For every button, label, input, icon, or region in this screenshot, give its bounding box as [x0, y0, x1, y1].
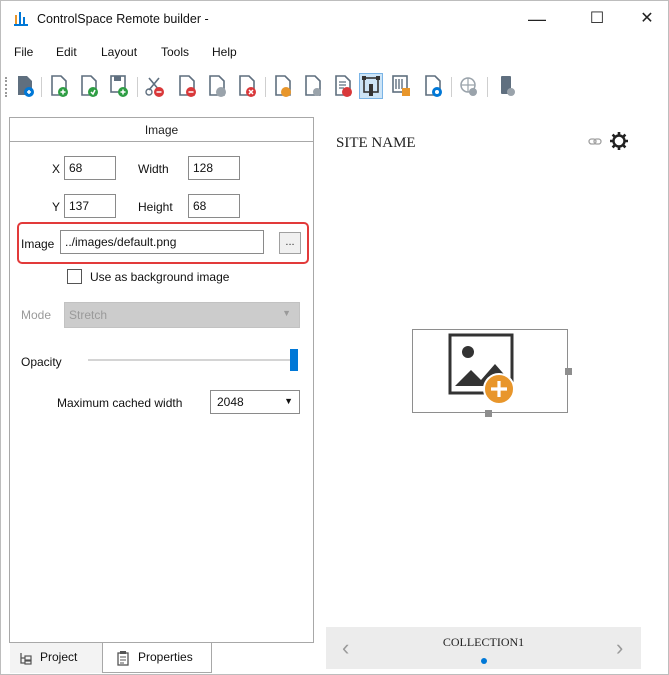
- toolbar-separator: [265, 77, 266, 97]
- preview-panel: SITE NAME ‹ COLLECTION1 ›: [326, 117, 641, 669]
- mode-value: Stretch: [69, 308, 108, 322]
- minimize-button[interactable]: —: [517, 7, 557, 33]
- toolbar: [1, 69, 668, 105]
- background-checkbox-label: Use as background image: [90, 270, 230, 284]
- chevron-down-icon: ▼: [284, 396, 293, 406]
- tab-properties-label: Properties: [138, 650, 193, 664]
- save-page-icon[interactable]: [107, 73, 131, 99]
- width-label: Width: [138, 162, 169, 176]
- menu-help[interactable]: Help: [212, 45, 237, 59]
- y-label: Y: [52, 200, 61, 214]
- gear-icon[interactable]: [609, 131, 629, 151]
- tab-properties[interactable]: Properties: [102, 643, 212, 673]
- page-close-icon[interactable]: [235, 73, 259, 99]
- browse-button[interactable]: ...: [279, 232, 301, 254]
- opacity-slider-track[interactable]: [88, 359, 298, 361]
- x-label: X: [52, 162, 61, 176]
- x-field[interactable]: 68: [64, 156, 116, 180]
- page-canvas[interactable]: [326, 161, 641, 627]
- menu-layout[interactable]: Layout: [101, 45, 137, 59]
- page-icon[interactable]: [271, 73, 295, 99]
- image-path-field[interactable]: ../images/default.png: [60, 230, 264, 254]
- height-field[interactable]: 68: [188, 194, 240, 218]
- opacity-label: Opacity: [21, 355, 62, 369]
- resize-handle-bottom[interactable]: [485, 410, 492, 417]
- menu-tools[interactable]: Tools: [161, 45, 189, 59]
- page-delete-icon[interactable]: [205, 73, 229, 99]
- toolbar-separator: [451, 77, 452, 97]
- app-window: ControlSpace Remote builder - — ☐ ✕ File…: [0, 0, 669, 675]
- select-tool-icon[interactable]: [359, 73, 383, 99]
- panel-header: Image: [10, 118, 313, 142]
- toolbar-separator: [41, 77, 42, 97]
- image-widget[interactable]: [412, 329, 568, 413]
- toolbar-separator: [137, 77, 138, 97]
- menu-edit[interactable]: Edit: [56, 45, 77, 59]
- window-title: ControlSpace Remote builder -: [37, 12, 209, 26]
- properties-panel: Image X 68 Width 128 Y 137 Height 68 Ima…: [9, 117, 314, 643]
- collection-footer: ‹ COLLECTION1 ›: [326, 627, 641, 669]
- title-bar: ControlSpace Remote builder - — ☐ ✕: [1, 1, 668, 37]
- link-icon[interactable]: [588, 136, 602, 148]
- chevron-down-icon: ▼: [282, 308, 291, 318]
- max-cached-width-value: 2048: [217, 395, 244, 409]
- device-icon[interactable]: [495, 73, 519, 99]
- toolbar-grip[interactable]: [5, 77, 8, 97]
- page-settings-icon[interactable]: [421, 73, 445, 99]
- image-placeholder-icon: [448, 333, 515, 405]
- project-tree-icon: [20, 653, 32, 665]
- image-label: Image: [21, 237, 55, 251]
- background-checkbox[interactable]: [67, 269, 82, 284]
- chevron-right-icon[interactable]: ›: [616, 635, 623, 661]
- page-export-icon[interactable]: [301, 73, 325, 99]
- width-field[interactable]: 128: [188, 156, 240, 180]
- tab-project[interactable]: Project: [10, 643, 102, 673]
- mode-select[interactable]: Stretch ▼: [64, 302, 300, 328]
- mode-label: Mode: [21, 308, 52, 322]
- menu-file[interactable]: File: [14, 45, 33, 59]
- app-logo-icon: [14, 12, 28, 26]
- site-name: SITE NAME: [336, 135, 416, 151]
- open-page-icon[interactable]: [77, 73, 101, 99]
- open-project-icon[interactable]: [13, 73, 37, 99]
- new-page-icon[interactable]: [47, 73, 71, 99]
- globe-icon[interactable]: [457, 73, 481, 99]
- resize-handle-right[interactable]: [565, 368, 572, 375]
- y-field[interactable]: 137: [64, 194, 116, 218]
- page-report-icon[interactable]: [331, 73, 355, 99]
- opacity-slider-thumb[interactable]: [290, 349, 298, 371]
- keypad-icon[interactable]: [389, 73, 413, 99]
- maximize-button[interactable]: ☐: [577, 7, 617, 33]
- page-remove-icon[interactable]: [175, 73, 199, 99]
- max-cached-width-label: Maximum cached width: [57, 396, 183, 410]
- close-button[interactable]: ✕: [627, 7, 667, 33]
- height-label: Height: [138, 200, 173, 214]
- page-indicator-dot[interactable]: [481, 658, 487, 664]
- max-cached-width-select[interactable]: 2048 ▼: [210, 390, 300, 414]
- toolbar-separator: [487, 77, 488, 97]
- site-header: SITE NAME: [326, 117, 641, 161]
- collection-name: COLLECTION1: [442, 635, 525, 649]
- properties-clipboard-icon: [117, 651, 129, 666]
- tab-project-label: Project: [40, 650, 78, 664]
- cut-icon[interactable]: [143, 73, 167, 99]
